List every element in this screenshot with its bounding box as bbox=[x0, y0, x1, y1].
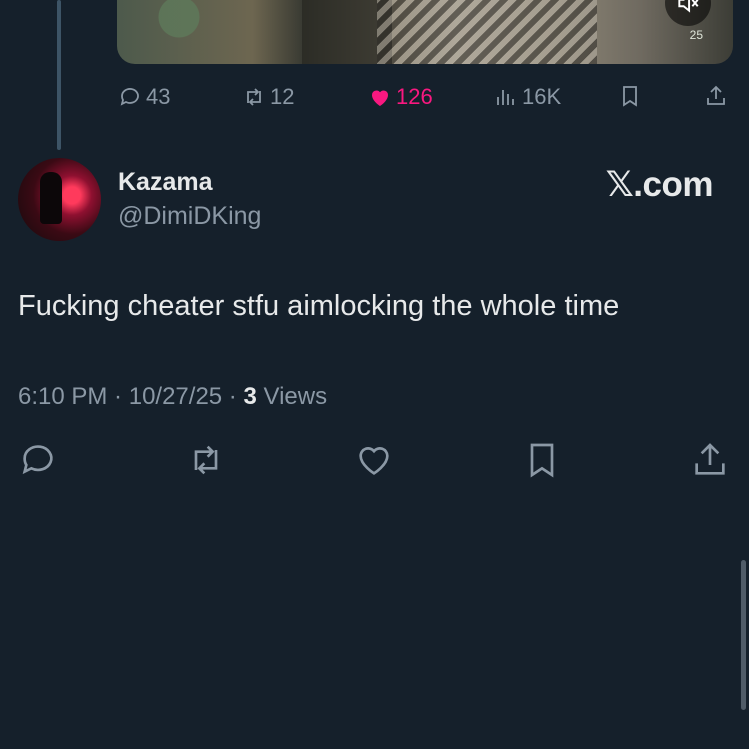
views-action[interactable]: 16K bbox=[494, 84, 561, 110]
user-handle[interactable]: @DimiDKing bbox=[118, 202, 261, 231]
display-name[interactable]: Kazama bbox=[118, 168, 213, 197]
video-camo-pattern bbox=[377, 0, 597, 64]
video-preview[interactable]: 25 bbox=[117, 0, 733, 64]
video-hud-counter: 25 bbox=[689, 28, 703, 42]
like-action[interactable]: 126 bbox=[368, 84, 433, 110]
meta-separator-1: · bbox=[107, 383, 129, 410]
views-count: 16K bbox=[522, 84, 562, 109]
bookmark-button[interactable] bbox=[522, 440, 562, 480]
tweet-actions bbox=[18, 440, 730, 488]
bookmark-icon bbox=[530, 443, 554, 478]
tweet-text: Fucking cheater stfu aimlocking the whol… bbox=[18, 290, 620, 322]
repost-count: 12 bbox=[270, 84, 295, 109]
repost-button[interactable] bbox=[186, 440, 226, 480]
thread-line bbox=[57, 0, 61, 150]
share-icon bbox=[707, 85, 725, 105]
avatar[interactable] bbox=[18, 158, 101, 241]
reply-button[interactable] bbox=[18, 440, 58, 480]
heart-icon bbox=[359, 447, 389, 475]
share-icon bbox=[695, 443, 725, 475]
tweet-date[interactable]: 10/27/25 bbox=[129, 383, 222, 410]
parent-tweet-actions: 43 12 126 16K bbox=[118, 84, 730, 114]
repost-icon bbox=[247, 88, 261, 106]
heart-filled-icon bbox=[372, 90, 388, 106]
reply-action[interactable]: 43 bbox=[118, 84, 170, 110]
bookmark-action[interactable] bbox=[618, 84, 642, 108]
like-count: 126 bbox=[396, 84, 433, 109]
mute-button[interactable] bbox=[665, 0, 711, 26]
muted-speaker-icon bbox=[678, 0, 699, 13]
scrollbar[interactable] bbox=[741, 560, 746, 710]
reply-icon bbox=[120, 88, 139, 106]
bookmark-icon bbox=[623, 86, 637, 107]
tweet-meta: 6:10 PM · 10/27/25 · 3 Views bbox=[18, 383, 327, 411]
tweet-time[interactable]: 6:10 PM bbox=[18, 383, 107, 410]
views-label: Views bbox=[256, 383, 328, 410]
meta-separator-2: · bbox=[222, 383, 244, 410]
video-hud-minimap bbox=[147, 0, 227, 64]
like-button[interactable] bbox=[354, 440, 394, 480]
avatar-figure bbox=[40, 172, 62, 224]
share-action[interactable] bbox=[704, 84, 728, 108]
repost-action[interactable]: 12 bbox=[242, 84, 294, 110]
reply-icon bbox=[22, 445, 53, 475]
views-bar-icon bbox=[497, 90, 514, 105]
x-com-watermark: 𝕏.com bbox=[605, 165, 714, 204]
share-button[interactable] bbox=[690, 440, 730, 480]
view-count: 3 bbox=[243, 383, 257, 410]
reply-count: 43 bbox=[146, 84, 171, 109]
repost-icon bbox=[194, 445, 218, 475]
